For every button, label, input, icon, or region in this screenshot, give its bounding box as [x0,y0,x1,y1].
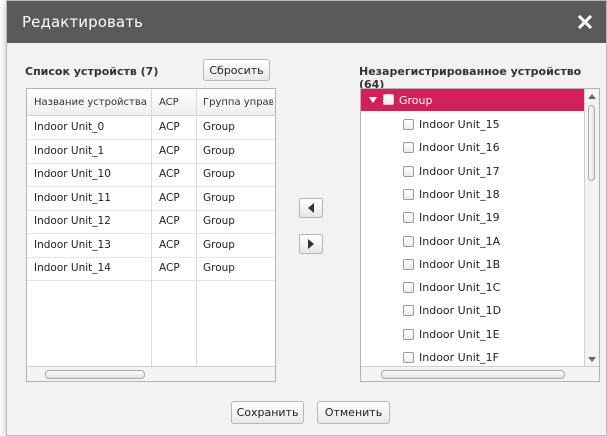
tree-item-checkbox[interactable] [403,188,414,200]
tree-item[interactable]: Indoor Unit_19 [361,206,587,228]
column-divider [151,89,152,369]
tree-item-checkbox[interactable] [403,352,414,363]
tree-hscrollbar[interactable] [361,366,599,381]
tree-item-label: Indoor Unit_19 [419,211,500,225]
cell-group: Group [203,191,235,204]
expand-triangle-icon[interactable] [369,97,377,103]
column-header-group[interactable]: Группа управ. [203,97,273,108]
scroll-thumb[interactable] [45,370,145,379]
tree-item-label: Indoor Unit_15 [419,118,500,131]
cell-device-name: Indoor Unit_11 [34,191,111,204]
unregistered-tree: Group Indoor Unit_15 Indoor Unit_16 Indoor… [360,88,600,382]
cell-device-name: Indoor Unit_10 [34,168,111,180]
cell-acp: ACP [159,168,180,180]
close-button[interactable] [572,9,598,35]
tree-item-checkbox[interactable] [403,212,414,224]
cell-device-name: Indoor Unit_12 [34,215,111,227]
tree-item-checkbox[interactable] [403,119,414,130]
column-header-name[interactable]: Название устройства [34,97,147,108]
cell-acp: ACP [159,144,180,157]
tree-item-label: Indoor Unit_18 [419,187,500,201]
tree-item[interactable]: Indoor Unit_1D [361,299,587,321]
cell-group: Group [203,168,235,180]
scroll-up-icon[interactable] [588,93,596,99]
tree-item-label: Indoor Unit_1A [419,234,501,248]
device-list-title: Список устройств (7) [25,65,159,78]
close-icon [578,15,592,29]
cell-acp: ACP [159,121,180,133]
tree-item[interactable]: Indoor Unit_1B [361,253,587,275]
scroll-down-icon[interactable] [588,357,596,363]
cell-device-name: Indoor Unit_0 [34,121,105,133]
tree-item-label: Indoor Unit_1F [419,351,499,364]
cell-device-name: Indoor Unit_13 [34,238,111,251]
cell-group: Group [203,121,235,133]
tree-item[interactable]: Indoor Unit_1A [361,230,587,252]
tree-item-label: Indoor Unit_1C [419,281,501,295]
tree-item[interactable]: Indoor Unit_18 [361,183,587,205]
cell-device-name: Indoor Unit_1 [34,144,105,157]
tree-item-label: Indoor Unit_17 [419,164,500,178]
tree-item-label: Indoor Unit_16 [419,141,500,155]
arrow-left-icon [308,203,314,213]
edit-dialog: Редактировать Список устройств (7) Сброс… [6,0,607,436]
dialog-titlebar: Редактировать [7,1,606,43]
tree-item-label: Indoor Unit_1D [419,304,502,318]
scroll-thumb[interactable] [588,105,595,181]
cell-group: Group [203,238,235,251]
tree-vscrollbar[interactable] [584,89,599,367]
tree-item-checkbox[interactable] [403,282,414,294]
cell-acp: ACP [159,215,180,227]
device-table: Название устройства ACP Группа управ. In… [26,88,276,382]
cell-acp: ACP [159,191,180,204]
reset-button[interactable]: Сбросить [203,59,270,81]
tree-item[interactable]: Indoor Unit_16 [361,136,587,158]
group-label: Group [399,94,433,107]
move-right-button[interactable] [299,234,323,254]
move-left-button[interactable] [299,198,323,218]
dialog-title: Редактировать [22,13,143,31]
cell-acp: ACP [159,238,180,251]
column-header-acp[interactable]: ACP [159,97,179,108]
arrow-right-icon [308,239,314,249]
tree-item-label: Indoor Unit_1B [419,257,501,271]
cell-group: Group [203,262,235,274]
save-button[interactable]: Сохранить [231,401,304,424]
tree-item[interactable]: Indoor Unit_15 [361,113,587,135]
column-divider [196,89,197,369]
cell-group: Group [203,215,235,227]
tree-item[interactable]: Indoor Unit_1E [361,323,587,345]
tree-item-checkbox[interactable] [403,142,414,154]
tree-item[interactable]: Indoor Unit_17 [361,160,587,182]
tree-item-checkbox[interactable] [403,258,414,270]
tree-item[interactable]: Indoor Unit_1F [361,346,587,368]
tree-item-checkbox[interactable] [403,165,414,177]
cell-device-name: Indoor Unit_14 [34,262,111,274]
tree-item-checkbox[interactable] [403,235,414,247]
tree-item-checkbox[interactable] [403,305,414,317]
tree-item[interactable]: Indoor Unit_1C [361,276,587,298]
scroll-thumb[interactable] [381,370,565,379]
cell-acp: ACP [159,262,180,274]
cell-group: Group [203,144,235,157]
cancel-button[interactable]: Отменить [317,401,390,424]
tree-group-row[interactable]: Group [361,89,587,111]
tree-item-label: Indoor Unit_1E [419,327,500,341]
device-table-hscrollbar[interactable] [27,366,275,381]
group-checkbox[interactable] [383,94,394,105]
tree-item-checkbox[interactable] [403,328,414,340]
